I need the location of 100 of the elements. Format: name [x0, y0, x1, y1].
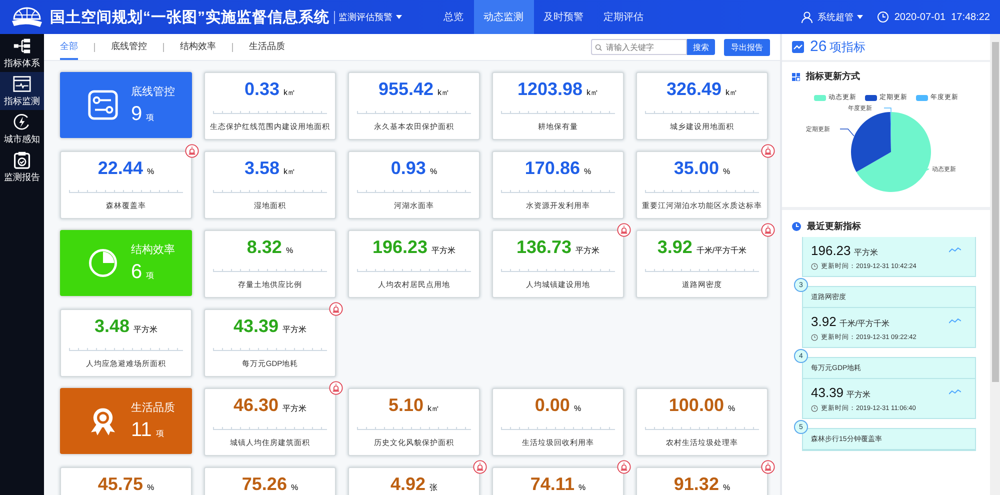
subsystem-dropdown[interactable]: 监测评估预警 [334, 10, 402, 24]
metric-value: 3.92 [657, 237, 692, 258]
metric-unit: % [146, 167, 154, 176]
metric-unit: 张 [430, 482, 438, 493]
nav-tab[interactable]: 定期评估 [594, 0, 654, 34]
metric-value: 3.58 [244, 158, 280, 179]
trend-chart-icon [792, 41, 804, 53]
search-button[interactable]: 搜索 [687, 39, 715, 55]
count-unit: 项 [156, 428, 164, 439]
category-count: 6 [131, 261, 142, 284]
nav-tab[interactable]: 及时预警 [534, 0, 594, 34]
app-title: 国土空间规划“一张图”实施监督信息系统 [50, 8, 330, 26]
sidebar-item[interactable]: 城市感知 [0, 110, 44, 148]
count-unit: 项 [146, 112, 154, 123]
user-menu[interactable]: 系统超管 [801, 10, 864, 24]
export-report-button[interactable]: 导出报告 [724, 38, 770, 56]
metric-unit: % [728, 404, 736, 413]
clock-icon [811, 405, 818, 412]
indicator-value: 3.92 [811, 314, 836, 329]
clock-icon [877, 11, 890, 23]
metric-value: 8.32 [246, 237, 282, 258]
indicator-value: 43.39 [811, 385, 844, 400]
metric-card[interactable]: 74.11 % [492, 467, 624, 495]
category-title: 结构效率 [131, 242, 175, 257]
scrollbar[interactable] [990, 34, 1000, 495]
metric-unit: k㎡ [284, 166, 296, 177]
clock-icon [792, 222, 801, 231]
metric-value: 5.10 [388, 395, 424, 416]
metric-unit: k㎡ [284, 87, 296, 98]
metric-card[interactable]: 4.92 张 [348, 467, 480, 495]
filter-tab[interactable]: 结构效率 [180, 34, 216, 60]
metric-unit: % [722, 483, 730, 492]
metric-value: 43.39 [233, 316, 279, 337]
metric-unit: 千米/平方千米 [696, 245, 747, 256]
indicator-value: 196.23 [811, 243, 851, 258]
category-card[interactable]: 生活品质 11 项 [60, 388, 192, 454]
metric-unit: 平方米 [576, 245, 600, 256]
metric-value: 4.92 [390, 474, 426, 495]
sidebar-item[interactable]: 监测报告 [0, 148, 44, 186]
search-icon [595, 44, 602, 51]
sidebar-item[interactable]: 指标监测 [0, 72, 44, 110]
pie-icon [87, 247, 119, 279]
leader-line [884, 108, 892, 112]
filter-tab[interactable]: 全部 [60, 34, 78, 60]
trend-line-icon [949, 318, 961, 324]
category-count: 9 [131, 103, 142, 126]
metric-value: 91.32 [674, 474, 719, 495]
caret-icon [396, 15, 402, 19]
clipboard-check-icon [13, 150, 31, 168]
indicator-count: 26 [810, 38, 827, 55]
metric-value: 74.11 [530, 474, 574, 495]
trend-line-icon [949, 247, 961, 253]
nav-tab[interactable]: 动态监测 [474, 0, 534, 34]
indicator-count-label: 项指标 [830, 39, 866, 56]
metric-unit: % [584, 167, 592, 176]
category-title: 底线管控 [131, 84, 175, 99]
metric-value: 22.44 [98, 158, 143, 179]
category-count: 11 [131, 419, 152, 442]
sidebar-item[interactable]: 指标体系 [0, 34, 44, 72]
metric-value: 955.42 [378, 79, 434, 100]
metric-card[interactable]: 75.26 % [204, 467, 336, 495]
leader-line [840, 128, 854, 136]
metric-unit: k㎡ [586, 87, 599, 98]
metric-value: 100.00 [668, 395, 724, 416]
metric-unit: k㎡ [428, 403, 440, 414]
category-card[interactable]: 底线管控 9 项 [60, 72, 192, 138]
metric-unit: 平方米 [432, 245, 456, 256]
indicator-unit: 千米/平方千米 [839, 318, 890, 329]
metric-value: 136.73 [516, 237, 572, 258]
metric-unit: 平方米 [282, 403, 307, 414]
category-title: 生活品质 [131, 401, 175, 415]
metric-value: 1203.98 [517, 79, 583, 100]
tree-icon [13, 36, 31, 54]
current-datetime: 2020-07-01 17:48:22 [894, 12, 990, 22]
filter-tab[interactable]: 底线管控 [111, 34, 147, 60]
metric-value: 45.75 [98, 474, 143, 495]
metric-unit: k㎡ [438, 87, 450, 98]
lightning-circle-icon [13, 112, 31, 130]
search-field[interactable]: 请输入关键字 [591, 39, 687, 55]
metric-unit: % [430, 167, 438, 176]
metric-value: 75.26 [242, 474, 287, 495]
indicator-unit: 平方米 [846, 389, 871, 400]
user-icon [801, 11, 814, 23]
metric-unit: % [146, 483, 154, 492]
nav-tab[interactable]: 总览 [434, 0, 474, 34]
metric-card[interactable]: 45.75 % [60, 467, 192, 495]
metric-unit: % [286, 246, 294, 255]
grid-icon [792, 72, 800, 80]
metric-value: 326.49 [666, 79, 722, 100]
clock-icon [811, 263, 818, 270]
filter-tab[interactable]: 生活品质 [249, 34, 285, 60]
metric-card[interactable]: 91.32 % [636, 467, 768, 495]
section-title: 最近更新指标 [807, 220, 861, 233]
metric-value: 0.33 [244, 79, 280, 100]
indicator-unit: 平方米 [854, 247, 878, 258]
metric-value: 170.86 [524, 158, 580, 179]
metric-value: 3.48 [94, 316, 130, 337]
clock-icon [811, 334, 818, 341]
metric-unit: k㎡ [726, 87, 738, 98]
globe-logo-icon [10, 5, 44, 29]
